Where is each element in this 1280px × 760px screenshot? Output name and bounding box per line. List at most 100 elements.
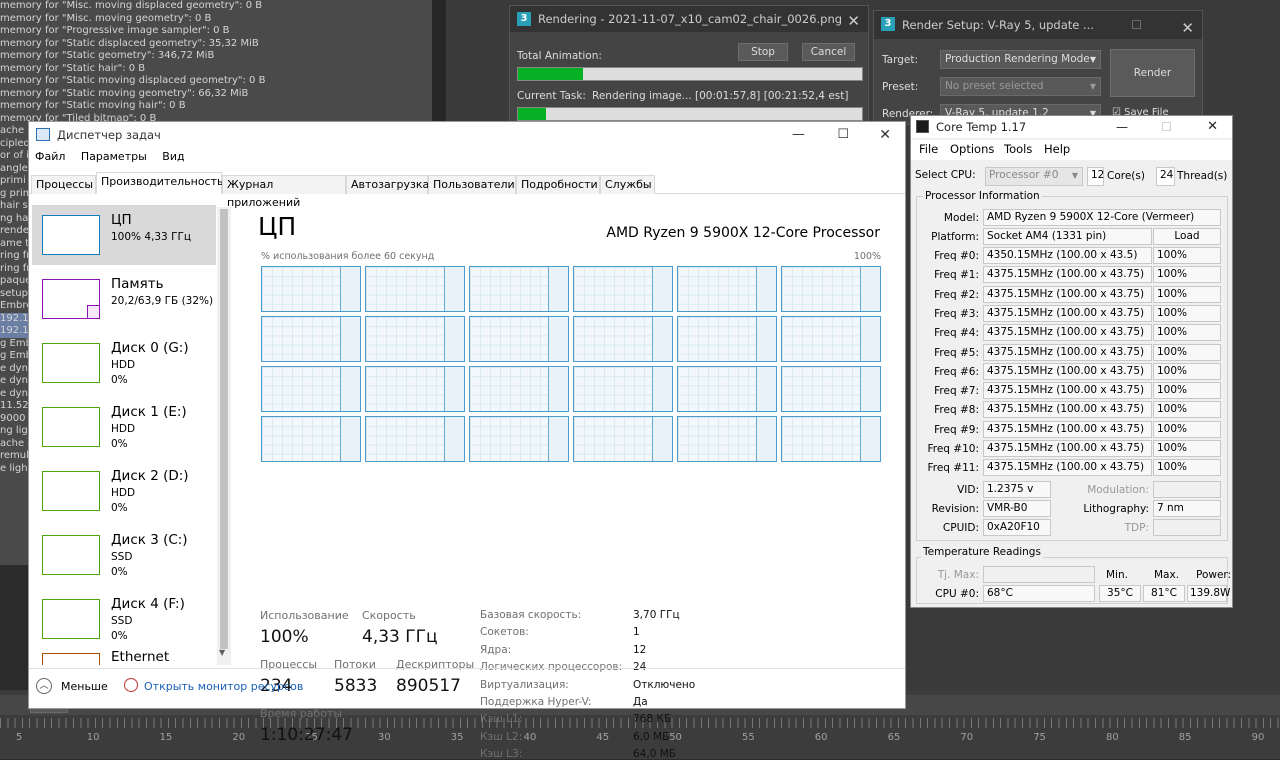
cpu-usage-fill	[340, 267, 360, 311]
close-icon[interactable]: ✕	[1207, 116, 1218, 138]
tab-services[interactable]: Службы	[600, 175, 655, 194]
log-fragment: ring fro	[0, 262, 28, 274]
preset-dropdown[interactable]: No preset selected ▼	[940, 77, 1101, 96]
tab-users[interactable]: Пользователи	[428, 175, 516, 194]
cpu-usage-fill	[340, 417, 360, 461]
cpu0-power: 139.8W	[1187, 585, 1230, 602]
log-line: memory for "Progressive image sampler": …	[0, 25, 230, 36]
processor-info-title: Processor Information	[923, 190, 1042, 202]
select-cpu-dropdown[interactable]: Processor #0 ▼	[985, 167, 1083, 186]
sidebar-item-2[interactable]: Диск 0 (G:) HDD 0%	[32, 333, 216, 393]
detail-value: 3,70 ГГц	[633, 609, 680, 621]
freq-label: Freq #10:	[927, 443, 979, 455]
close-icon[interactable]: ✕	[1181, 14, 1194, 42]
render-setup-title-bar[interactable]: 3 Render Setup: V-Ray 5, update ... ☐ ✕	[874, 11, 1202, 39]
total-progress-fill	[518, 68, 584, 80]
detail-key: Кэш L2:	[480, 730, 523, 743]
menu-file[interactable]: File	[919, 142, 938, 156]
sidebar-name: Диск 4 (F:)	[111, 596, 185, 612]
maximize-icon[interactable]: ☐	[1131, 11, 1142, 39]
freq-value: 4375.15MHz (100.00 x 43.75)	[983, 343, 1152, 361]
render-setup-window[interactable]: 3 Render Setup: V-Ray 5, update ... ☐ ✕ …	[873, 10, 1203, 125]
cpu-usage-fill	[444, 367, 464, 411]
logical-cpu-graph	[261, 416, 361, 462]
core-temp-window[interactable]: Core Temp 1.17 — ☐ ✕ File Options Tools …	[910, 115, 1233, 608]
rendering-window[interactable]: 3 Rendering - 2021-11-07_x10_cam02_chair…	[509, 5, 869, 125]
log-fragment: g Emb	[0, 337, 28, 349]
timeline-number: 80	[1106, 732, 1119, 743]
sidebar-thumbnail	[42, 343, 100, 383]
tab-app-history[interactable]: Журнал приложений	[222, 175, 346, 209]
close-icon[interactable]: ✕	[879, 122, 891, 148]
detail-key: Базовая скорость:	[480, 609, 582, 621]
logical-cpu-graph	[469, 416, 569, 462]
cancel-button[interactable]: Cancel	[802, 43, 855, 61]
target-dropdown[interactable]: Production Rendering Mode ▼	[940, 50, 1101, 69]
sidebar-item-3[interactable]: Диск 1 (E:) HDD 0%	[32, 397, 216, 457]
sidebar-item-0[interactable]: ЦП 100% 4,33 ГГц	[32, 205, 216, 265]
render-button[interactable]: Render	[1110, 49, 1195, 97]
tab-processes[interactable]: Процессы	[31, 175, 96, 194]
tab-details[interactable]: Подробности	[516, 175, 600, 194]
menu-tools[interactable]: Tools	[1004, 142, 1032, 156]
freq-label: Freq #8:	[934, 404, 979, 417]
menu-help[interactable]: Help	[1044, 142, 1070, 156]
sidebar-thumbnail	[42, 535, 100, 575]
timeline-number: 55	[742, 732, 755, 743]
logical-cpu-graph	[365, 266, 465, 312]
sidebar-l2: HDD	[111, 487, 136, 499]
menu-options[interactable]: Options	[950, 142, 994, 156]
sidebar-l2: SSD	[111, 551, 133, 563]
cpu0-label: CPU #0:	[935, 588, 979, 600]
logical-cpu-graph	[365, 416, 465, 462]
rendering-title-bar[interactable]: 3 Rendering - 2021-11-07_x10_cam02_chair…	[510, 6, 868, 32]
maximize-icon[interactable]: ☐	[1161, 116, 1172, 138]
scrollbar-thumb[interactable]	[220, 209, 228, 649]
task-manager-title-bar[interactable]: Диспетчер задач — ☐ ✕	[29, 122, 905, 148]
tab-startup[interactable]: Автозагрузка	[346, 175, 429, 194]
cpu0-max: 81°C	[1143, 585, 1185, 602]
minimize-icon[interactable]: —	[792, 122, 805, 148]
sidebar-l3: 0%	[111, 566, 128, 578]
preset-value: No preset selected	[945, 80, 1044, 92]
cpu-usage-fill	[860, 367, 880, 411]
lithography-label: Lithography:	[1083, 503, 1149, 515]
chevron-up-icon[interactable]: ︿	[36, 678, 52, 694]
menu-view[interactable]: Вид	[162, 150, 184, 163]
sidebar-item-7[interactable]: Ethernet	[32, 649, 216, 665]
sidebar-l3: 0%	[111, 374, 128, 386]
cpu-usage-fill	[444, 267, 464, 311]
sidebar-item-1[interactable]: Память 20,2/63,9 ГБ (32%)	[32, 269, 216, 329]
core-temp-title-bar[interactable]: Core Temp 1.17 — ☐ ✕	[911, 116, 1232, 138]
sidebar-l3: 0%	[111, 502, 128, 514]
sidebar-item-4[interactable]: Диск 2 (D:) HDD 0%	[32, 461, 216, 521]
timeline-number: 85	[1178, 732, 1192, 743]
lithography-value: 7 nm	[1153, 500, 1221, 517]
open-resource-monitor-link[interactable]: Открыть монитор ресурсов	[144, 680, 303, 693]
sidebar-scrollbar[interactable]: ▼	[217, 207, 231, 665]
stop-button[interactable]: Stop	[738, 43, 788, 61]
minimize-icon[interactable]: —	[1116, 116, 1128, 138]
timeline-number: 50	[669, 732, 682, 743]
menu-file[interactable]: Файл	[35, 150, 65, 163]
tab-performance[interactable]: Производительность	[96, 172, 224, 194]
task-manager-window[interactable]: Диспетчер задач — ☐ ✕ Файл Параметры Вид…	[28, 121, 906, 760]
log-fragment: ring fr	[0, 250, 28, 261]
menu-options[interactable]: Параметры	[81, 150, 147, 163]
log-line: memory for "Static geometry": 346,72 MiB	[0, 50, 215, 61]
load-header: Load	[1153, 228, 1221, 245]
fewer-details-link[interactable]: Меньше	[61, 680, 108, 693]
timeline-number: 70	[960, 732, 974, 743]
log-fragment: ache u	[0, 125, 28, 136]
core-temp-icon	[916, 120, 929, 133]
close-icon[interactable]: ✕	[847, 8, 860, 34]
sidebar-item-6[interactable]: Диск 4 (F:) SSD 0%	[32, 589, 216, 649]
chevron-down-icon[interactable]: ▼	[219, 648, 225, 657]
sidebar-thumbnail	[42, 471, 100, 511]
log-fragment: e ligh	[0, 462, 28, 474]
cpu-usage-fill	[548, 267, 568, 311]
timeline-number: 45	[596, 732, 610, 743]
logical-cpu-graph	[573, 366, 673, 412]
sidebar-item-5[interactable]: Диск 3 (C:) SSD 0%	[32, 525, 216, 585]
maximize-icon[interactable]: ☐	[837, 122, 849, 148]
